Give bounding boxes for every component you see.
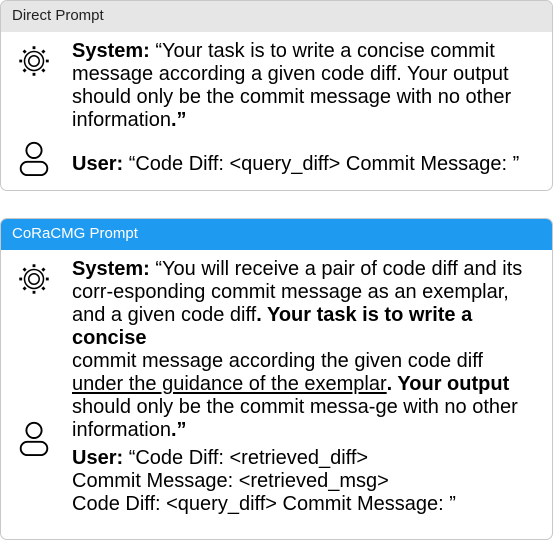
coracmg-prompt-header: CoRaCMG Prompt: [1, 219, 552, 250]
user-icon: [19, 141, 49, 177]
coracmg-prompt-card: CoRaCMG Prompt System: “You will receive…: [0, 218, 553, 540]
direct-prompt-card: Direct Prompt System: “Your task is to w…: [0, 0, 553, 191]
gear-icon: [19, 264, 49, 294]
user-message: User: “Code Diff: <query_diff> Commit Me…: [72, 153, 520, 175]
system-label: System:: [72, 258, 150, 280]
system-message: System: “Your task is to write a concise…: [72, 40, 512, 131]
direct-prompt-header: Direct Prompt: [1, 1, 552, 32]
user-label: User:: [72, 153, 124, 175]
underlined-guidance-text: under the guidance of the exemplar: [72, 373, 387, 395]
user-icon: [19, 421, 49, 457]
user-label: User:: [72, 447, 124, 469]
gear-icon: [19, 46, 49, 76]
user-message: User: “Code Diff: <retrieved_diff> Commi…: [72, 447, 456, 515]
system-label: System:: [72, 40, 150, 62]
system-message: System: “You will receive a pair of code…: [72, 258, 523, 441]
